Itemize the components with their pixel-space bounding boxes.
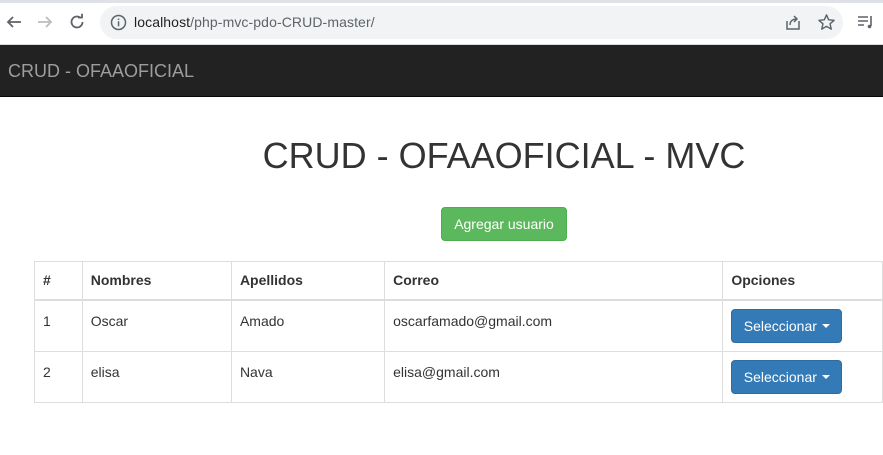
forward-arrow-icon[interactable] [34,11,56,33]
page-title: CRUD - OFAAOFICIAL - MVC [262,135,746,176]
cell-apellidos: Nava [230,350,386,403]
caret-down-icon [821,374,830,379]
cell-correo: elisa@gmail.com [384,350,724,403]
header-nombres: Nombres [81,261,232,301]
users-table: # Nombres Apellidos Correo Opciones 1 Os… [34,261,883,403]
cell-opciones: Seleccionar [722,299,883,352]
select-dropdown-button[interactable]: Seleccionar [731,308,843,343]
navbar-brand[interactable]: CRUD - OFAAOFICIAL [8,61,194,82]
address-bar[interactable]: localhost/php-mvc-pdo-CRUD-master/ [100,6,843,39]
cell-nombres: Oscar [81,299,232,352]
tab-strip [0,0,883,3]
header-opciones: Opciones [722,261,883,301]
share-icon[interactable] [784,14,802,32]
url-path: /php-mvc-pdo-CRUD-master/ [190,14,375,30]
site-info-icon[interactable] [110,14,127,31]
reload-icon[interactable] [66,11,88,33]
header-number: # [34,261,83,301]
app-navbar: CRUD - OFAAOFICIAL [0,45,883,97]
cell-correo: oscarfamado@gmail.com [384,299,724,352]
cell-opciones: Seleccionar [722,350,883,403]
header-apellidos: Apellidos [230,261,386,301]
select-button-label: Seleccionar [743,368,817,385]
url-text[interactable]: localhost/php-mvc-pdo-CRUD-master/ [134,14,375,30]
table-header-row: # Nombres Apellidos Correo Opciones [34,261,883,301]
select-button-label: Seleccionar [743,317,817,334]
cell-id: 2 [34,350,83,403]
table-row: 2 elisa Nava elisa@gmail.com Seleccionar [34,350,883,403]
browser-toolbar: localhost/php-mvc-pdo-CRUD-master/ [0,0,883,45]
back-arrow-icon[interactable] [3,11,25,33]
reading-list-icon[interactable] [856,12,876,32]
add-user-button[interactable]: Agregar usuario [441,207,567,241]
url-host: localhost [134,14,191,30]
header-correo: Correo [384,261,724,301]
caret-down-icon [821,323,830,328]
cell-id: 1 [34,299,83,352]
cell-apellidos: Amado [230,299,386,352]
table-row: 1 Oscar Amado oscarfamado@gmail.com Sele… [34,299,883,352]
select-dropdown-button[interactable]: Seleccionar [731,359,843,394]
cell-nombres: elisa [81,350,232,403]
star-icon[interactable] [817,13,836,32]
